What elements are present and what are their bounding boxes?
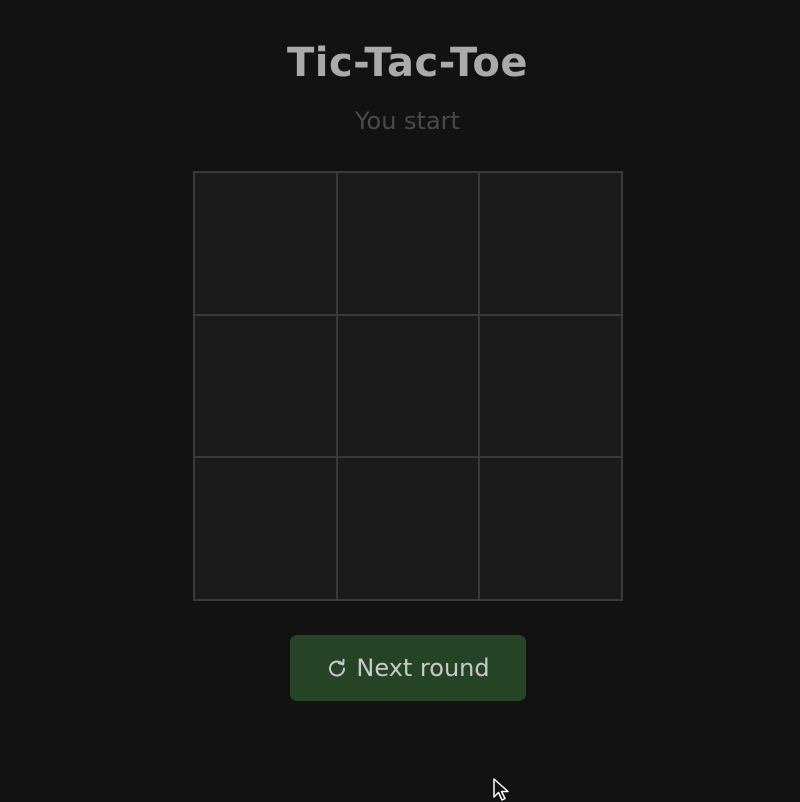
board-cell-5[interactable] xyxy=(480,315,621,457)
next-round-button[interactable]: Next round xyxy=(290,635,526,701)
page-title: Tic-Tac-Toe xyxy=(286,40,529,86)
board-cell-4[interactable] xyxy=(337,315,479,457)
board-cell-8[interactable] xyxy=(480,458,621,599)
refresh-icon xyxy=(326,657,348,679)
board-cell-1[interactable] xyxy=(337,173,479,314)
turn-status: You start xyxy=(355,107,460,135)
board-cell-3[interactable] xyxy=(195,315,336,457)
next-round-label: Next round xyxy=(356,654,490,682)
board-cell-2[interactable] xyxy=(480,173,621,314)
board-cell-6[interactable] xyxy=(195,458,336,599)
board-cell-7[interactable] xyxy=(337,458,479,599)
mouse-pointer-icon xyxy=(493,778,517,802)
game-page: Tic-Tac-Toe You start Next round xyxy=(0,0,800,802)
game-board xyxy=(193,171,623,601)
board-cell-0[interactable] xyxy=(195,173,336,314)
